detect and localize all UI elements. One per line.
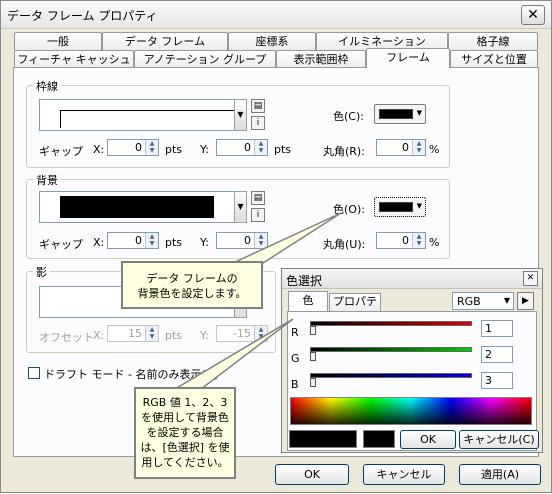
callout2-line1: RGB 値 1、2、3 (142, 396, 228, 409)
callout2-line4: は、[色選択] を使 (140, 441, 230, 454)
callout-background-color: データ フレームの 背景色を設定します。 (121, 261, 263, 309)
properties-window: データ フレーム プロパティ ✕ 一般 データ フレーム 座標系 イルミネーショ… (0, 0, 552, 493)
callout2-line3: を設定する場合 (146, 426, 224, 439)
callout2-leader (172, 318, 294, 390)
callout-leaders (172, 212, 342, 390)
callout1-line1: データ フレームの (146, 272, 238, 285)
callout2-line2: を使用して背景色 (141, 411, 229, 424)
callout-rgb-instructions: RGB 値 1、2、3 を使用して背景色 を設定する場合 は、[色選択] を使 … (134, 387, 236, 479)
callout1-leader (232, 212, 342, 264)
callout2-line5: 用してください。 (141, 456, 229, 469)
callout1-line2: 背景色を設定します。 (137, 287, 247, 300)
